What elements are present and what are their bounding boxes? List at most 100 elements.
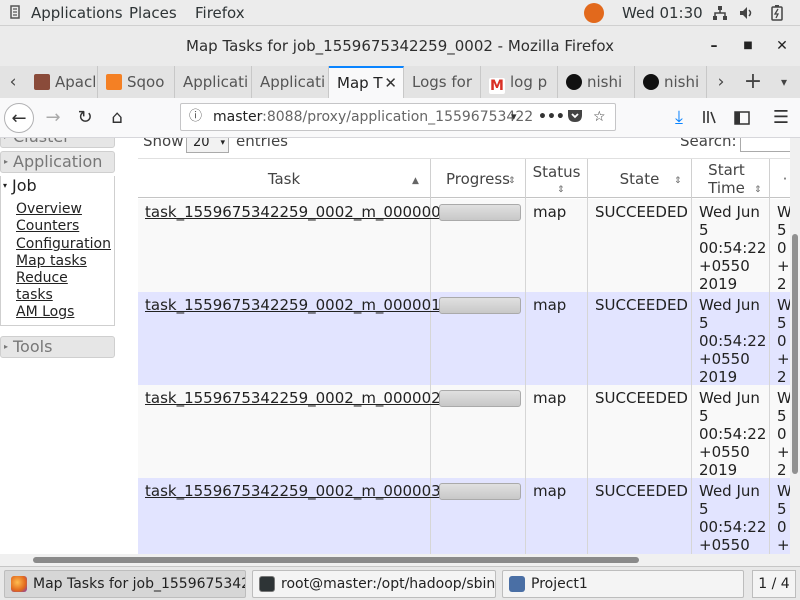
tab-github-2[interactable]: nishi (635, 66, 707, 98)
sidebar-toggle-icon[interactable] (727, 103, 757, 133)
minimize-icon[interactable]: – (697, 26, 731, 66)
sidebar-application[interactable]: ▸ Application (0, 151, 115, 173)
task-link[interactable]: task_1559675342259_0002_m_000001 (145, 296, 441, 314)
start-time-cell: Wed Jun 5 00:54:22 +0550 (692, 478, 770, 554)
tasks-table-area: Show 20 ▾ entries Search: Task ▲ Progres… (138, 138, 800, 554)
status-cell: map (526, 478, 588, 554)
tab-log-gmail[interactable]: Mlog p (481, 66, 558, 98)
page-viewport: ▸ Cluster ▸ Application ▾ Job Overview C… (0, 138, 800, 554)
gnome-top-bar: Applications Places Firefox Wed 01:30 (0, 0, 800, 26)
start-time-line: 00:54:22 (699, 518, 767, 536)
progress-bar (439, 390, 521, 407)
reload-icon[interactable]: ↻ (70, 103, 100, 133)
table-row: task_1559675342259_0002_m_000000 map SUCCE… (138, 199, 800, 293)
tab-github-1[interactable]: nishi (558, 66, 635, 98)
applications-menu[interactable]: Applications (31, 4, 123, 22)
start-time-line: Wed Jun (699, 389, 760, 407)
show-label: Show (143, 138, 184, 150)
pocket-icon[interactable] (567, 104, 583, 130)
site-info-icon[interactable]: ⓘ (189, 104, 202, 130)
start-time-line: 2019 (699, 275, 738, 293)
clock[interactable]: Wed 01:30 (622, 4, 703, 22)
entries-label: entries (236, 138, 288, 150)
tab-application-1[interactable]: Applicati (175, 66, 252, 98)
url-text[interactable]: master:8088/proxy/application_1559675342… (213, 104, 533, 130)
sidebar-link-map-tasks[interactable]: Map tasks (16, 253, 87, 269)
new-tab-icon[interactable]: + (738, 66, 768, 98)
state-cell: SUCCEEDED (588, 199, 692, 292)
gmail-icon: M (489, 78, 505, 94)
taskbar-item-project[interactable]: Project1 (502, 570, 744, 598)
task-link[interactable]: task_1559675342259_0002_m_000002 (145, 389, 441, 407)
column-header-task[interactable]: Task ▲ (138, 159, 431, 199)
status-cell: map (526, 292, 588, 385)
tab-map-tasks[interactable]: Map T ✕ (329, 66, 404, 98)
tab-logs-for[interactable]: Logs for (404, 66, 481, 98)
bookmark-star-icon[interactable]: ☆ (593, 104, 606, 130)
vertical-scrollbar[interactable] (790, 138, 800, 554)
tab-list-icon[interactable]: ▾ (770, 66, 798, 98)
github-icon (566, 74, 582, 90)
task-link[interactable]: task_1559675342259_0002_m_000000 (145, 203, 441, 221)
url-dropdown-icon[interactable]: ▾ (511, 104, 517, 130)
horizontal-scrollbar[interactable] (0, 554, 800, 566)
column-header-progress[interactable]: Progress ⇕ (431, 159, 526, 199)
tab-application-2[interactable]: Applicati (252, 66, 329, 98)
start-time-line: 2019 (699, 461, 738, 479)
github-icon (643, 74, 659, 90)
entries-select[interactable]: 20 ▾ (186, 138, 229, 153)
sidebar-link-counters[interactable]: Counters (16, 218, 79, 234)
sidebar-link-overview[interactable]: Overview (16, 201, 82, 217)
sidebar-link-configuration[interactable]: Configuration (16, 236, 111, 252)
tab-sqoop[interactable]: Sqoo (98, 66, 175, 98)
firefox-app-menu[interactable]: Firefox (195, 4, 245, 22)
table-header: Task ▲ Progress ⇕ Status ⇕ State ⇕ Start… (138, 158, 800, 199)
column-header-state[interactable]: State ⇕ (588, 159, 692, 199)
task-link[interactable]: task_1559675342259_0002_m_000003 (145, 482, 441, 500)
url-bar[interactable]: ⓘ master:8088/proxy/application_15596753… (180, 103, 616, 131)
sidebar-cluster[interactable]: ▸ Cluster (0, 138, 115, 148)
library-icon[interactable] (695, 103, 725, 133)
tab-apache[interactable]: Apacl (26, 66, 98, 98)
taskbar-item-firefox[interactable]: Map Tasks for job_1559675342... (4, 570, 246, 598)
progress-cell (431, 385, 526, 478)
close-tab-icon[interactable]: ✕ (384, 68, 397, 98)
forward-icon[interactable]: → (38, 103, 68, 133)
applications-menu-icon[interactable] (8, 4, 22, 22)
home-icon[interactable]: ⌂ (102, 103, 132, 133)
places-menu[interactable]: Places (129, 4, 177, 22)
network-icon[interactable] (712, 5, 728, 21)
page-actions-icon[interactable]: ••• (538, 104, 565, 130)
column-header-start-time[interactable]: Start Time ⇕ (692, 159, 770, 199)
taskbar-item-terminal[interactable]: root@master:/opt/hadoop/sbin (252, 570, 496, 598)
workspace-indicator[interactable]: 1 / 4 (752, 570, 796, 598)
sort-both-icon: ⇕ (754, 185, 762, 195)
maximize-icon[interactable]: ■ (731, 26, 765, 66)
sidebar-link-tasks[interactable]: tasks (16, 287, 53, 303)
status-cell: map (526, 199, 588, 292)
sidebar-tools[interactable]: ▸ Tools (0, 336, 115, 358)
vertical-scroll-thumb[interactable] (792, 234, 798, 474)
updates-icon[interactable] (584, 3, 604, 23)
sort-both-icon: ⇕ (557, 185, 565, 195)
column-header-status[interactable]: Status ⇕ (526, 159, 588, 199)
task-cell: task_1559675342259_0002_m_000000 (138, 199, 441, 292)
battery-icon[interactable] (769, 5, 785, 21)
task-cell: task_1559675342259_0002_m_000001 (138, 292, 441, 385)
collapsed-arrow-icon: ▸ (4, 342, 9, 351)
downloads-icon[interactable]: ⤓ (664, 103, 694, 133)
close-window-icon[interactable]: ✕ (765, 26, 799, 66)
volume-icon[interactable] (739, 5, 755, 21)
progress-bar (439, 483, 521, 500)
table-row: task_1559675342259_0002_m_000003 map SUCCE… (138, 478, 800, 554)
sort-both-icon: ⇕ (674, 176, 682, 186)
tab-scroll-left-icon[interactable]: ‹ (0, 66, 26, 98)
back-icon[interactable]: ← (4, 103, 34, 133)
sidebar-link-reduce[interactable]: Reduce (16, 270, 68, 286)
progress-bar (439, 204, 521, 221)
sidebar-link-am-logs[interactable]: AM Logs (16, 304, 74, 320)
hamburger-menu-icon[interactable]: ☰ (766, 103, 796, 133)
tab-scroll-right-icon[interactable]: › (707, 66, 735, 98)
horizontal-scroll-thumb[interactable] (33, 557, 639, 563)
collapsed-arrow-icon: ▸ (4, 157, 9, 166)
